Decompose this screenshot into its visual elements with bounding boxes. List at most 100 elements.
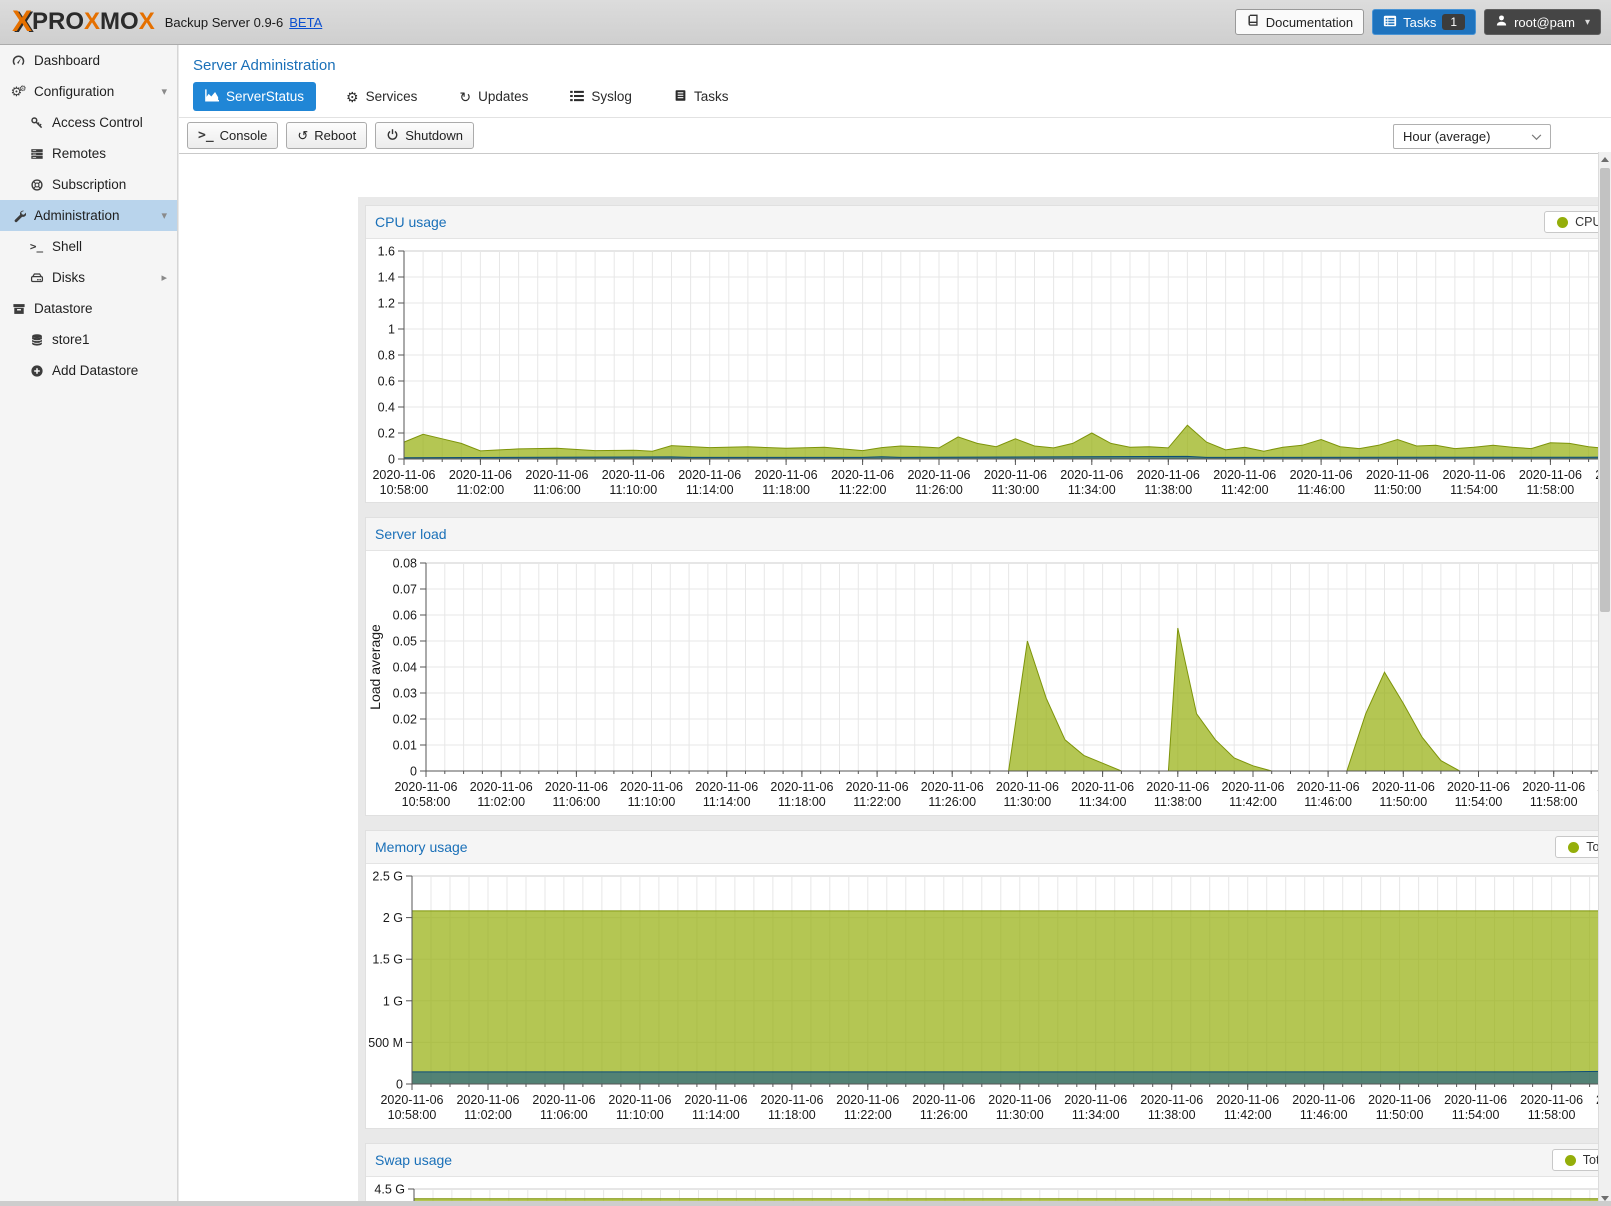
- user-menu-button[interactable]: root@pam ▾: [1484, 9, 1601, 35]
- rotate-left-icon: ↺: [297, 129, 308, 142]
- svg-text:10:58:00: 10:58:00: [388, 1108, 437, 1122]
- svg-text:2020-11-06: 2020-11-06: [1368, 1093, 1431, 1107]
- sidebar-item-remotes[interactable]: Remotes: [0, 138, 177, 169]
- sidebar-item-administration[interactable]: Administration ▾: [0, 200, 177, 231]
- svg-text:2020-11-06: 2020-11-06: [545, 780, 608, 794]
- svg-text:11:10:00: 11:10:00: [628, 795, 676, 809]
- svg-text:2020-11-06: 2020-11-06: [907, 468, 970, 482]
- svg-text:11:18:00: 11:18:00: [762, 483, 810, 497]
- svg-text:1 G: 1 G: [383, 994, 403, 1008]
- svg-text:11:34:00: 11:34:00: [1079, 795, 1127, 809]
- power-icon: [386, 128, 399, 143]
- proxmox-x-icon: X: [12, 7, 30, 37]
- tab-services[interactable]: ⚙ Services: [334, 82, 429, 111]
- sidebar-item-subscription[interactable]: Subscription: [0, 169, 177, 200]
- cpu-usage-chart: 00.20.40.60.811.21.41.62020-11-0610:58:0…: [366, 239, 1611, 502]
- svg-text:2020-11-06: 2020-11-06: [1442, 468, 1505, 482]
- chart-content: CPU usage CPU usageIO wait – 00.20.40.60…: [358, 197, 1611, 1206]
- vertical-scrollbar[interactable]: [1598, 152, 1611, 1206]
- svg-text:11:22:00: 11:22:00: [844, 1108, 892, 1122]
- panel-title-server-load: Server load: [375, 526, 447, 542]
- svg-text:2020-11-06: 2020-11-06: [525, 468, 588, 482]
- svg-text:11:02:00: 11:02:00: [464, 1108, 512, 1122]
- svg-text:2020-11-06: 2020-11-06: [1292, 1093, 1355, 1107]
- tab-serverstatus[interactable]: ServerStatus: [193, 82, 316, 111]
- svg-text:2020-11-06: 2020-11-06: [1522, 780, 1585, 794]
- sidebar-item-store1[interactable]: store1: [0, 324, 177, 355]
- svg-text:2020-11-06: 2020-11-06: [678, 468, 741, 482]
- life-ring-icon: [28, 177, 45, 193]
- panel-title-swap: Swap usage: [375, 1152, 452, 1168]
- console-button[interactable]: >_ Console: [187, 122, 278, 149]
- svg-text:11:38:00: 11:38:00: [1144, 483, 1192, 497]
- svg-text:2.5 G: 2.5 G: [372, 870, 403, 884]
- tab-updates[interactable]: ↻ Updates: [447, 82, 540, 111]
- tasks-button[interactable]: Tasks 1: [1372, 9, 1476, 35]
- terminal-icon: >_: [28, 239, 45, 255]
- time-range-select[interactable]: Hour (average): [1393, 124, 1551, 149]
- sidebar-item-disks[interactable]: Disks ▸: [0, 262, 177, 293]
- panel-title-cpu: CPU usage: [375, 214, 447, 230]
- scroll-up-button[interactable]: [1599, 152, 1611, 167]
- proxmox-wordmark: PROXMOX: [32, 10, 155, 34]
- svg-text:1.4: 1.4: [378, 271, 395, 285]
- shutdown-button[interactable]: Shutdown: [375, 122, 474, 149]
- memory-usage-chart: 0500 M1 G1.5 G2 G2.5 G2020-11-0610:58:00…: [366, 864, 1611, 1128]
- svg-text:0.01: 0.01: [393, 739, 417, 753]
- sidebar-item-shell[interactable]: >_ Shell: [0, 231, 177, 262]
- sidebar-item-dashboard[interactable]: Dashboard: [0, 45, 177, 76]
- svg-text:2020-11-06: 2020-11-06: [912, 1093, 975, 1107]
- app-header: X PROXMOX Backup Server 0.9-6 BETA Docum…: [0, 0, 1611, 45]
- tab-syslog[interactable]: Syslog: [558, 82, 644, 111]
- panel-server-load: Server load Load average – 00.010.020.03…: [365, 517, 1611, 816]
- svg-text:0: 0: [410, 765, 417, 779]
- svg-text:2020-11-06: 2020-11-06: [602, 468, 665, 482]
- reboot-button[interactable]: ↺ Reboot: [286, 122, 367, 149]
- svg-text:0: 0: [388, 453, 395, 467]
- svg-text:2020-11-06: 2020-11-06: [684, 1093, 747, 1107]
- book-icon: [1246, 14, 1260, 31]
- svg-text:2020-11-06: 2020-11-06: [770, 780, 833, 794]
- app-subtitle: Backup Server 0.9-6: [165, 15, 284, 30]
- svg-text:2020-11-06: 2020-11-06: [1060, 468, 1123, 482]
- svg-text:11:14:00: 11:14:00: [686, 483, 734, 497]
- legend-dot: [1565, 1155, 1576, 1166]
- svg-text:11:42:00: 11:42:00: [1229, 795, 1277, 809]
- svg-text:2020-11-06: 2020-11-06: [760, 1093, 823, 1107]
- svg-text:11:30:00: 11:30:00: [992, 483, 1040, 497]
- svg-text:11:18:00: 11:18:00: [768, 1108, 816, 1122]
- svg-text:0.05: 0.05: [393, 635, 417, 649]
- sidebar-item-datastore[interactable]: Datastore: [0, 293, 177, 324]
- svg-text:2020-11-06: 2020-11-06: [1213, 468, 1276, 482]
- svg-text:2020-11-06: 2020-11-06: [1372, 780, 1435, 794]
- svg-text:10:58:00: 10:58:00: [380, 483, 429, 497]
- svg-text:2020-11-06: 2020-11-06: [1140, 1093, 1203, 1107]
- svg-text:11:58:00: 11:58:00: [1527, 483, 1575, 497]
- svg-text:0.06: 0.06: [393, 609, 417, 623]
- svg-text:11:06:00: 11:06:00: [533, 483, 581, 497]
- svg-text:2020-11-06: 2020-11-06: [836, 1093, 899, 1107]
- sidebar-item-configuration[interactable]: ⚙⚙ Configuration ▾: [0, 76, 177, 107]
- tab-tasks[interactable]: Tasks: [662, 82, 741, 111]
- user-icon: [1495, 14, 1508, 30]
- chevron-down-icon: ▾: [1585, 17, 1590, 28]
- svg-text:11:14:00: 11:14:00: [692, 1108, 740, 1122]
- terminal-icon: >_: [198, 129, 214, 142]
- server-list-icon: [28, 146, 45, 162]
- svg-text:11:10:00: 11:10:00: [609, 483, 657, 497]
- sidebar-item-access-control[interactable]: Access Control: [0, 107, 177, 138]
- scrollbar-thumb[interactable]: [1600, 168, 1610, 612]
- hdd-icon: [28, 270, 45, 286]
- sidebar-item-add-datastore[interactable]: Add Datastore: [0, 355, 177, 386]
- chevron-down-icon[interactable]: ▾: [161, 85, 167, 98]
- svg-text:11:30:00: 11:30:00: [1004, 795, 1052, 809]
- svg-text:11:42:00: 11:42:00: [1221, 483, 1269, 497]
- svg-text:2020-11-06: 2020-11-06: [1146, 780, 1209, 794]
- svg-text:0.8: 0.8: [378, 349, 395, 363]
- chevron-down-icon[interactable]: ▾: [161, 209, 167, 222]
- beta-link[interactable]: BETA: [289, 15, 322, 30]
- database-icon: [28, 332, 45, 348]
- svg-text:11:58:00: 11:58:00: [1530, 795, 1578, 809]
- book-icon: [674, 89, 687, 104]
- documentation-button[interactable]: Documentation: [1235, 9, 1364, 35]
